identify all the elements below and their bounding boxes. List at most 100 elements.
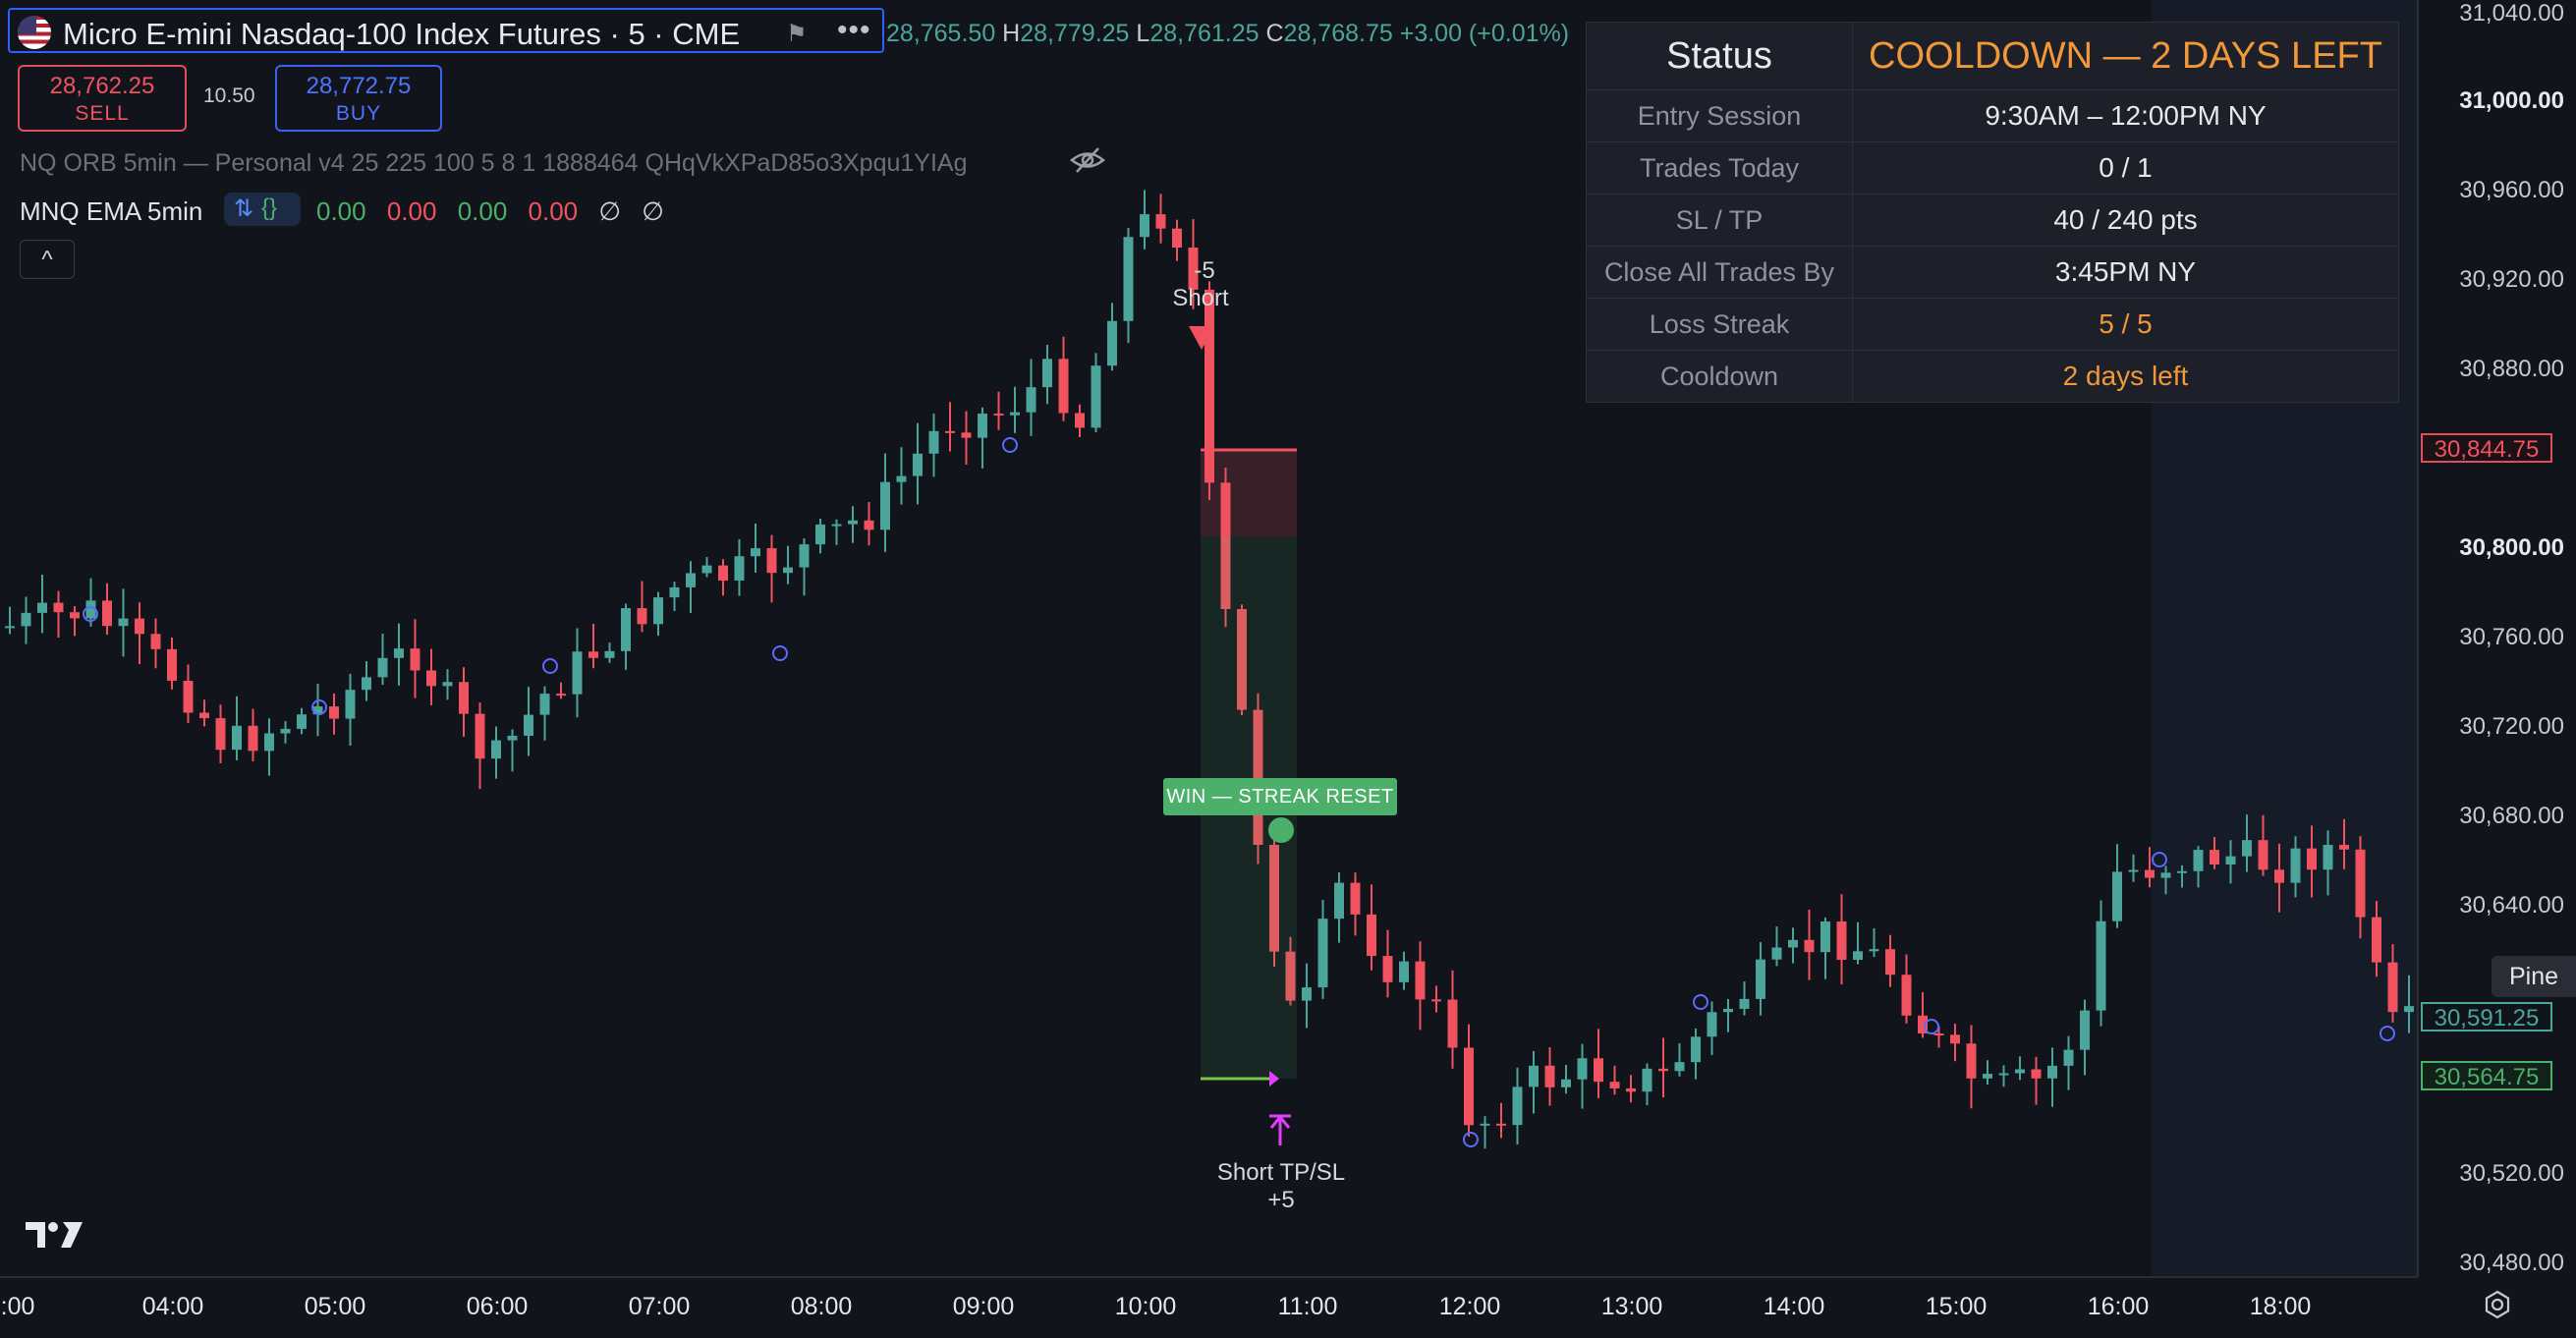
candle-body [1626, 1087, 1636, 1092]
candle-body [831, 524, 842, 527]
candle-body [556, 694, 566, 697]
candle-body [1415, 961, 1426, 1000]
candle-body [1367, 914, 1376, 957]
target-price-tag: 30,564.75 [2421, 1061, 2552, 1090]
candle-body [2193, 850, 2204, 871]
candle-body [783, 567, 793, 574]
flag-icon[interactable]: ⚑ [786, 20, 808, 47]
candle-body [1885, 949, 1895, 976]
strategy-legend[interactable]: NQ ORB 5min — Personal v4 25 225 100 5 8… [20, 149, 968, 178]
pine-button[interactable]: Pine [2492, 956, 2576, 997]
candle-body [2177, 870, 2187, 873]
candle-body [1983, 1074, 1992, 1079]
time-axis-label: 18:00 [2249, 1293, 2312, 1320]
candle-body [2323, 845, 2333, 870]
candle-body [2274, 869, 2284, 883]
candle-body [1674, 1062, 1685, 1072]
candle-body [475, 713, 485, 759]
ema-pill[interactable]: ⇅ {} [224, 193, 301, 226]
status-key: Cooldown [1586, 350, 1853, 403]
braces-icon: {} [261, 195, 278, 221]
candle-body [653, 597, 663, 625]
candle-body [167, 648, 177, 681]
time-axis-label: 12:00 [1438, 1293, 1501, 1320]
status-key: Trades Today [1586, 141, 1853, 195]
candle-body [1317, 919, 1328, 988]
price-axis-label: 30,920.00 [2459, 266, 2564, 293]
candle-body [1561, 1079, 1571, 1087]
candle-body [1382, 956, 1393, 982]
candle-body [362, 677, 371, 691]
candle-body [5, 626, 15, 629]
ema-indicator-name[interactable]: MNQ EMA 5min [20, 196, 202, 227]
high-value: 28,779.25 [1020, 20, 1130, 47]
stop-loss-zone [1201, 450, 1297, 536]
buy-button[interactable]: 28,772.75 BUY [275, 65, 442, 132]
chart-stage[interactable]: Micro E-mini Nasdaq-100 Index Futures · … [0, 0, 2576, 1338]
candle-body [1140, 214, 1149, 238]
candle-body [1804, 939, 1815, 953]
candle-body [1869, 949, 1879, 952]
ohlc-readout: 28,765.50 H28,779.25 L28,761.25 C28,768.… [886, 20, 1569, 48]
spread-value: 10.50 [203, 84, 255, 107]
status-key: Loss Streak [1586, 298, 1853, 351]
time-axis-label: 07:00 [628, 1293, 691, 1320]
candle-body [199, 712, 209, 719]
status-title-value: COOLDOWN — 2 DAYS LEFT [1852, 22, 2399, 90]
price-axis-label: 30,880.00 [2459, 356, 2564, 382]
status-value: 2 days left [1852, 350, 2399, 403]
symbol-title[interactable]: Micro E-mini Nasdaq-100 Index Futures · … [63, 17, 740, 52]
candle-body [215, 718, 226, 751]
candle-body [1950, 1034, 1960, 1044]
candle-body [394, 648, 404, 658]
candle-body [978, 413, 987, 438]
status-key: SL / TP [1586, 194, 1853, 247]
candle-body [2225, 856, 2236, 864]
candle-body [572, 651, 583, 695]
candle-body [329, 706, 339, 719]
buy-price: 28,772.75 [306, 73, 412, 99]
candle-body [751, 548, 760, 557]
candle-body [280, 728, 291, 734]
time-axis-label: 08:00 [790, 1293, 853, 1320]
sell-price: 28,762.25 [49, 73, 155, 99]
low-label: L [1136, 20, 1150, 47]
candle-body [118, 618, 129, 627]
candle-body [701, 565, 712, 574]
candle-body [377, 657, 388, 678]
candle-body [1966, 1043, 1977, 1079]
candle-body [1609, 1082, 1620, 1088]
candle-body [1512, 1087, 1523, 1126]
win-streak-reset-badge: WIN — STREAK RESET [1163, 778, 1397, 815]
candle-body [232, 725, 242, 751]
candle-body [459, 682, 469, 714]
candle-body [734, 556, 745, 581]
candle-body [1788, 939, 1798, 948]
buy-label: BUY [335, 102, 382, 125]
candle-body [718, 565, 728, 581]
exit-qty-label: +5 [1267, 1187, 1295, 1213]
candle-body [539, 694, 550, 715]
settings-gear-icon[interactable] [2482, 1289, 2513, 1320]
time-axis-label: 06:00 [466, 1293, 529, 1320]
status-table: Status COOLDOWN — 2 DAYS LEFT Entry Sess… [1586, 22, 2399, 403]
candle-body [2355, 849, 2366, 918]
more-options-button[interactable]: ••• [837, 14, 871, 47]
tradingview-logo-icon[interactable] [24, 1218, 84, 1252]
candle-body [2015, 1069, 2025, 1074]
candle-body [993, 413, 1004, 416]
candle-body [264, 733, 274, 752]
price-axis-label: 30,760.00 [2459, 624, 2564, 650]
candle-body [864, 520, 874, 530]
symbol-search-box[interactable]: Micro E-mini Nasdaq-100 Index Futures · … [8, 8, 884, 53]
candle-body [799, 544, 810, 568]
hidden-eye-icon[interactable] [1069, 145, 1106, 175]
collapse-legend-button[interactable]: ^ [20, 240, 75, 279]
sell-button[interactable]: 28,762.25 SELL [18, 65, 187, 132]
candle-body [2387, 962, 2398, 1013]
time-axis-label: :00 [0, 1293, 35, 1320]
candle-body [1529, 1065, 1539, 1087]
candle-body [1836, 921, 1847, 961]
candle-body [2404, 1006, 2414, 1013]
candle-body [896, 475, 907, 482]
